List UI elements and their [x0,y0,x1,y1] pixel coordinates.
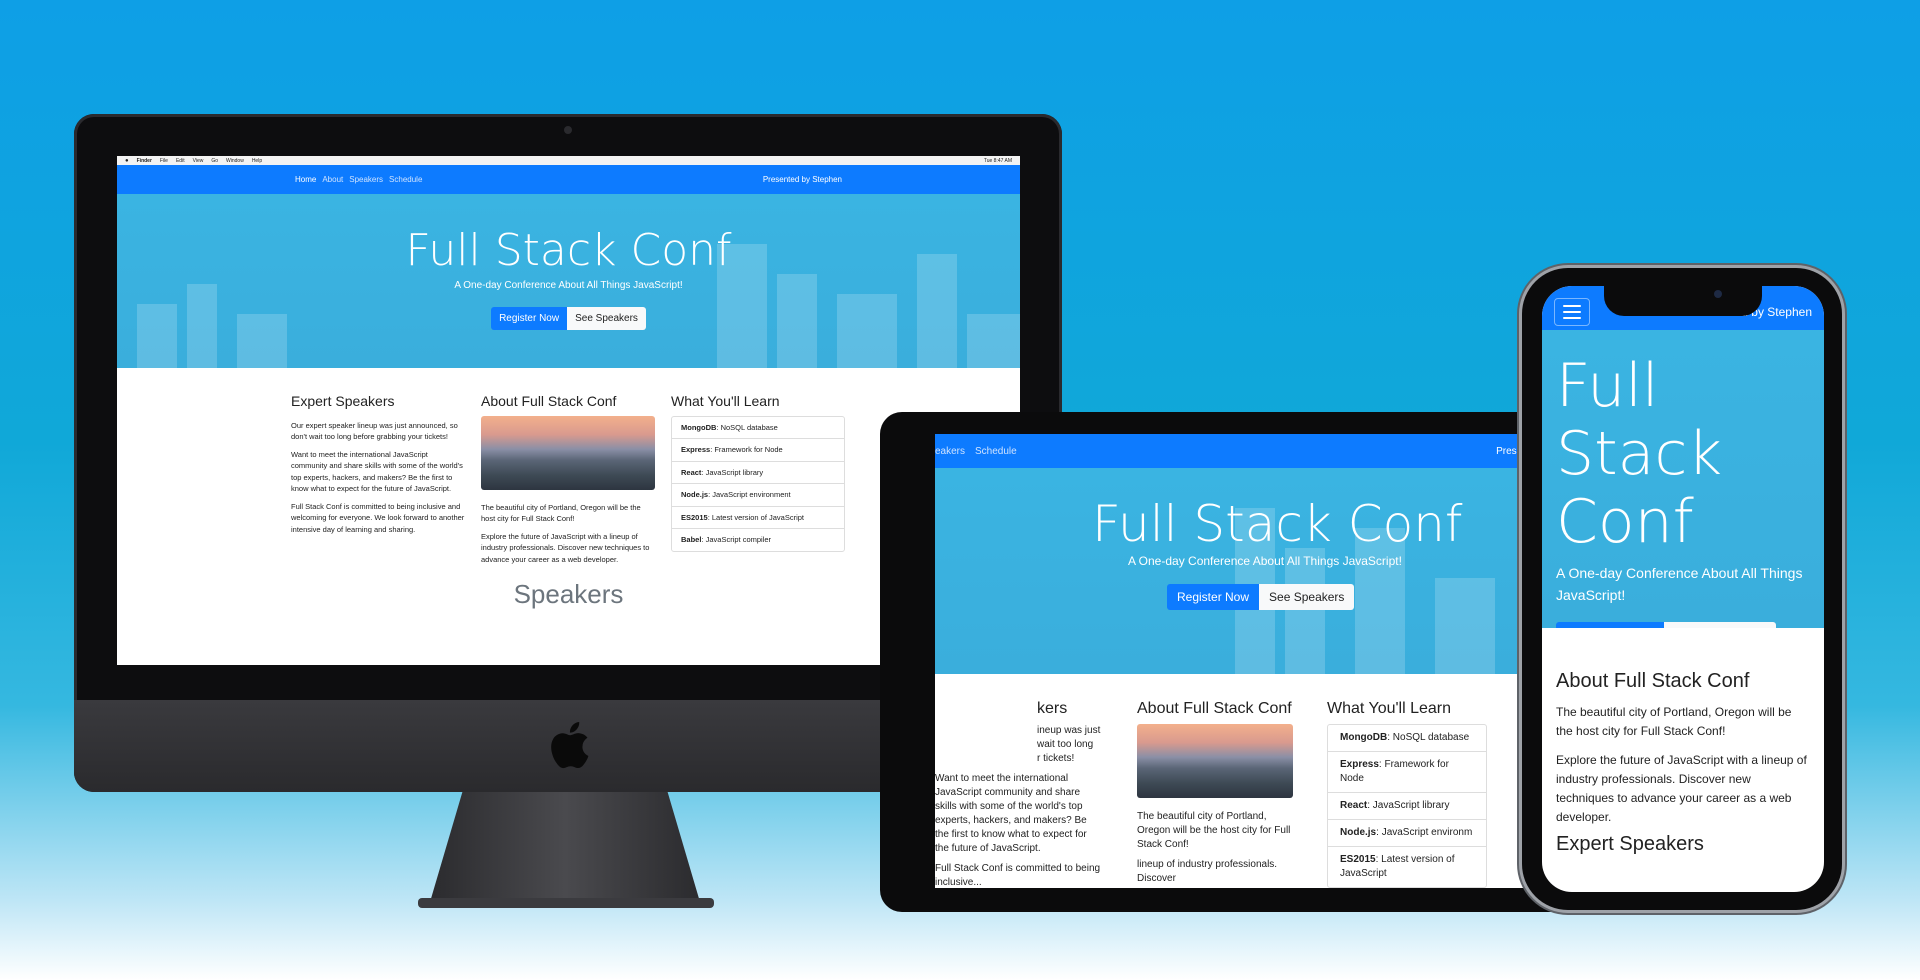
tablet-nav-speakers[interactable]: eakers [935,446,965,457]
list-item: Babel: JavaScript compiler [681,535,772,544]
menubar-view[interactable]: View [193,158,204,164]
list-item: Express: Framework for Node [672,439,844,462]
menubar-clock: Tue 8:47 AM [983,157,1012,164]
phone-expert-heading: Expert Speakers [1556,833,1704,855]
mac-menubar: ● Finder File Edit View Go Window Help T… [117,156,1020,165]
apple-menu-icon[interactable]: ● [125,158,129,164]
tablet-portland-image [1137,724,1293,798]
tablet-see-speakers-button[interactable]: See Speakers [1259,584,1355,610]
expert-speakers-p3: Full Stack Conf is committed to being in… [291,501,465,534]
portland-city-image [481,415,655,490]
nav-home[interactable]: Home [295,175,316,184]
hero-button-group: Register Now See Speakers [491,307,646,330]
nav-presented-by: Presented by Stephen [762,175,842,184]
nav-schedule[interactable]: Schedule [389,175,422,184]
tablet-learn-list: MongoDB: NoSQL database Express: Framewo… [1327,724,1487,888]
list-item: ES2015: Latest version of JavaScript [672,507,844,529]
tablet-about-heading: About Full Stack Conf [1137,700,1292,717]
site-navbar: Home About Speakers Schedule Presented b… [117,165,1020,194]
nav-about[interactable]: About [322,175,343,184]
phone-notch [1604,284,1762,316]
phone-register-now-button[interactable]: Register Now [1556,622,1665,628]
list-item: Node.js: JavaScript environm [1328,820,1486,847]
menubar-finder[interactable]: Finder [137,158,152,164]
hero-title: Full Stack Conf [405,225,732,276]
tablet-hero-button-group: Register Now See Speakers [1167,584,1355,610]
phone-content: About Full Stack Conf The beautiful city… [1542,628,1824,854]
tablet-learn-heading: What You'll Learn [1327,700,1452,717]
phone-screen: Presented by Stephen Full StackConf A On… [1542,286,1824,892]
phone-about-p2: Explore the future of JavaScript with a … [1556,753,1807,824]
tablet-hero-title: Full Stack Conf [1092,495,1463,553]
menubar-window[interactable]: Window [226,158,244,164]
learn-column: What You'll Learn MongoDB: NoSQL databas… [671,393,845,565]
tablet-learn-column: What You'll Learn MongoDB: NoSQL databas… [1327,700,1487,888]
list-item: Node.js: JavaScript environment [672,484,844,507]
hamburger-menu-icon[interactable] [1554,298,1590,326]
tablet-register-now-button[interactable]: Register Now [1167,584,1260,610]
phone-about-heading: About Full Stack Conf [1556,670,1750,692]
expert-speakers-column: Expert Speakers Our expert speaker lineu… [291,393,465,565]
tablet-expert-p2: Want to meet the international JavaScrip… [935,773,1087,854]
apple-logo-icon [551,722,589,769]
list-item: ES2015: Latest version of JavaScript [1340,854,1455,879]
tablet-expert-p3: Full Stack Conf is committed to being in… [935,863,1101,888]
phone-about-p1: The beautiful city of Portland, Oregon w… [1556,705,1792,738]
about-heading: About Full Stack Conf [481,393,617,409]
list-item: Express: Framework for Node [1328,752,1486,793]
tablet-about-p1: The beautiful city of Portland, Oregon w… [1137,811,1291,850]
expert-speakers-heading: Expert Speakers [291,393,395,409]
list-item: MongoDB: NoSQL database [1328,725,1486,752]
phone-hero-button-group: Register Now See Speakers [1556,622,1776,628]
about-p2: Explore the future of JavaScript with a … [481,531,650,564]
phone-hero-tagline: A One-day Conference About All Things Ja… [1556,565,1803,603]
about-column: About Full Stack Conf The beautiful city… [481,393,655,565]
list-item: MongoDB: NoSQL database [672,417,844,439]
tablet-expert-fragment: ineup was just wait too long r tickets! [1037,725,1101,764]
list-item: React: JavaScript library [1328,793,1486,820]
imac-stand [430,792,700,902]
phone-see-speakers-button[interactable]: See Speakers [1664,622,1776,628]
phone-hero: Full Stack Conf A One-day Conference Abou… [1542,330,1824,628]
tablet-about-column: About Full Stack Conf The beautiful city… [1137,700,1293,888]
hero-tagline: A One-day Conference About All Things Ja… [454,280,683,291]
hero-jumbotron: Full Stack Conf A One-day Conference Abo… [117,194,1020,368]
tablet-expert-column: kers ineup was just wait too long r tick… [935,700,1103,889]
camera-icon [564,126,572,134]
menubar-help[interactable]: Help [252,158,262,164]
tablet-hero: Full Stack Conf A One-day Conference Abo… [935,468,1555,674]
phone-hero-title: Full Stack Conf [1556,351,1723,557]
tablet-screen: eakers Schedule Presented by Full Stack … [935,434,1555,888]
phone-camera-icon [1714,290,1722,298]
learn-list: MongoDB: NoSQL database Express: Framewo… [671,415,845,552]
list-item: React: JavaScript library [672,462,844,484]
tablet-nav-schedule[interactable]: Schedule [975,446,1017,457]
about-p1: The beautiful city of Portland, Oregon w… [481,502,641,524]
tablet-about-p2: lineup of industry professionals. Discov… [1137,859,1278,884]
tablet-hero-tagline: A One-day Conference About All Things Ja… [1128,554,1402,568]
nav-speakers[interactable]: Speakers [349,175,383,184]
tablet-navbar: eakers Schedule Presented by [935,434,1555,468]
expert-speakers-p1: Our expert speaker lineup was just annou… [291,420,458,442]
menubar-file[interactable]: File [160,158,168,164]
expert-speakers-p2: Want to meet the international JavaScrip… [291,449,463,494]
imac-foot [418,898,714,908]
tablet-content: kers ineup was just wait too long r tick… [935,674,1555,888]
tablet-expert-heading: kers [1037,700,1068,717]
register-now-button[interactable]: Register Now [491,307,568,330]
see-speakers-button[interactable]: See Speakers [567,307,646,330]
menubar-go[interactable]: Go [211,158,218,164]
learn-heading: What You'll Learn [671,393,780,409]
menubar-edit[interactable]: Edit [176,158,185,164]
